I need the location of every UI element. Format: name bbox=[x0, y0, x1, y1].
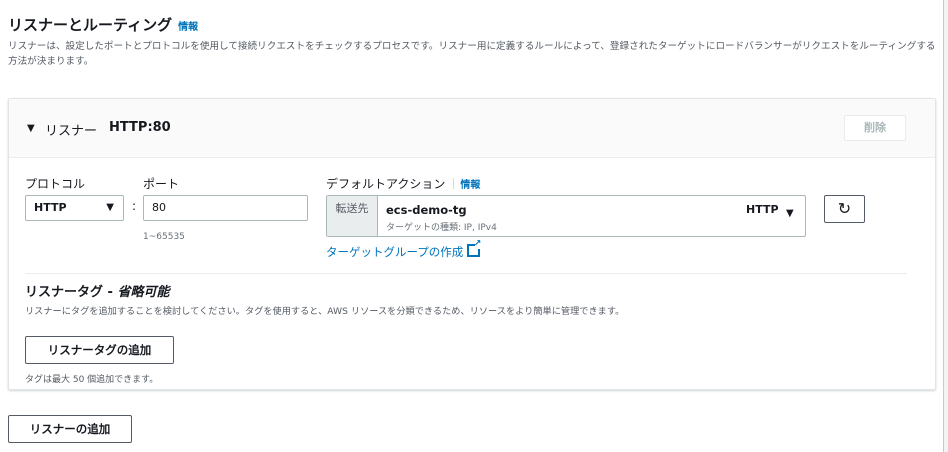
tags-description: リスナーにタグを追加することを検討してください。タグを使用すると、AWS リソー… bbox=[25, 306, 625, 317]
tags-limit-text: タグは最大 50 個追加できます。 bbox=[25, 375, 159, 385]
create-target-group-link[interactable]: ターゲットグループの作成 ↗ bbox=[326, 240, 481, 260]
listener-card: ▼ リスナー HTTP:80 削除 プロトコル ポート デフォルトアクション 情報… bbox=[8, 98, 936, 390]
section-info-link[interactable]: 情報 bbox=[178, 22, 198, 33]
port-input[interactable]: 80 bbox=[143, 195, 308, 221]
tags-heading: リスナータグ - 省略可能 bbox=[25, 281, 169, 300]
port-label: ポート bbox=[143, 177, 180, 191]
protocol-label: プロトコル bbox=[25, 177, 86, 191]
add-listener-tag-button[interactable]: リスナータグの追加 bbox=[25, 336, 174, 364]
section-title-text: リスナーとルーティング bbox=[8, 16, 173, 34]
protocol-select[interactable]: HTTP ▼ bbox=[25, 195, 124, 221]
section-description: リスナーは、設定したポートとプロトコルを使用して接続リクエストをチェックするプロ… bbox=[8, 41, 936, 67]
target-group-name: ecs-demo-tg bbox=[386, 203, 467, 217]
default-action-label: デフォルトアクション 情報 bbox=[326, 175, 480, 192]
refresh-button[interactable]: ↻ bbox=[824, 195, 865, 223]
target-group-protocol: HTTP bbox=[746, 203, 779, 216]
listener-card-header[interactable]: ▼ リスナー HTTP:80 削除 bbox=[9, 99, 935, 158]
section-title: リスナーとルーティング 情報 bbox=[8, 14, 198, 35]
port-hint: 1~65535 bbox=[143, 232, 185, 242]
default-action-label-text: デフォルトアクション bbox=[326, 177, 446, 191]
label-divider bbox=[453, 178, 455, 189]
target-group-subtitle: ターゲットの種類: IP, IPv4 bbox=[386, 223, 497, 233]
right-edge bbox=[944, 0, 948, 452]
dropdown-triangle-icon: ▼ bbox=[786, 208, 794, 219]
listener-name: HTTP:80 bbox=[109, 120, 171, 135]
listener-prefix: リスナー bbox=[45, 124, 98, 139]
dropdown-triangle-icon: ▼ bbox=[106, 202, 114, 213]
caret-down-icon[interactable]: ▼ bbox=[27, 123, 35, 134]
target-group-select[interactable]: 転送先 ecs-demo-tg ターゲットの種類: IP, IPv4 HTTP … bbox=[326, 195, 806, 237]
tags-heading-optional: 省略可能 bbox=[117, 285, 170, 300]
forward-addon: 転送先 bbox=[327, 196, 378, 236]
refresh-icon: ↻ bbox=[837, 199, 852, 218]
delete-button[interactable]: 削除 bbox=[844, 115, 906, 141]
add-listener-button[interactable]: リスナーの追加 bbox=[8, 415, 132, 443]
tags-heading-text: リスナータグ - bbox=[25, 285, 118, 300]
external-link-icon: ↗ bbox=[467, 240, 481, 257]
create-target-group-text: ターゲットグループの作成 bbox=[326, 245, 464, 259]
default-action-info-link[interactable]: 情報 bbox=[460, 180, 480, 191]
divider bbox=[25, 273, 907, 274]
port-colon: : bbox=[132, 199, 137, 213]
protocol-value: HTTP bbox=[34, 201, 67, 214]
